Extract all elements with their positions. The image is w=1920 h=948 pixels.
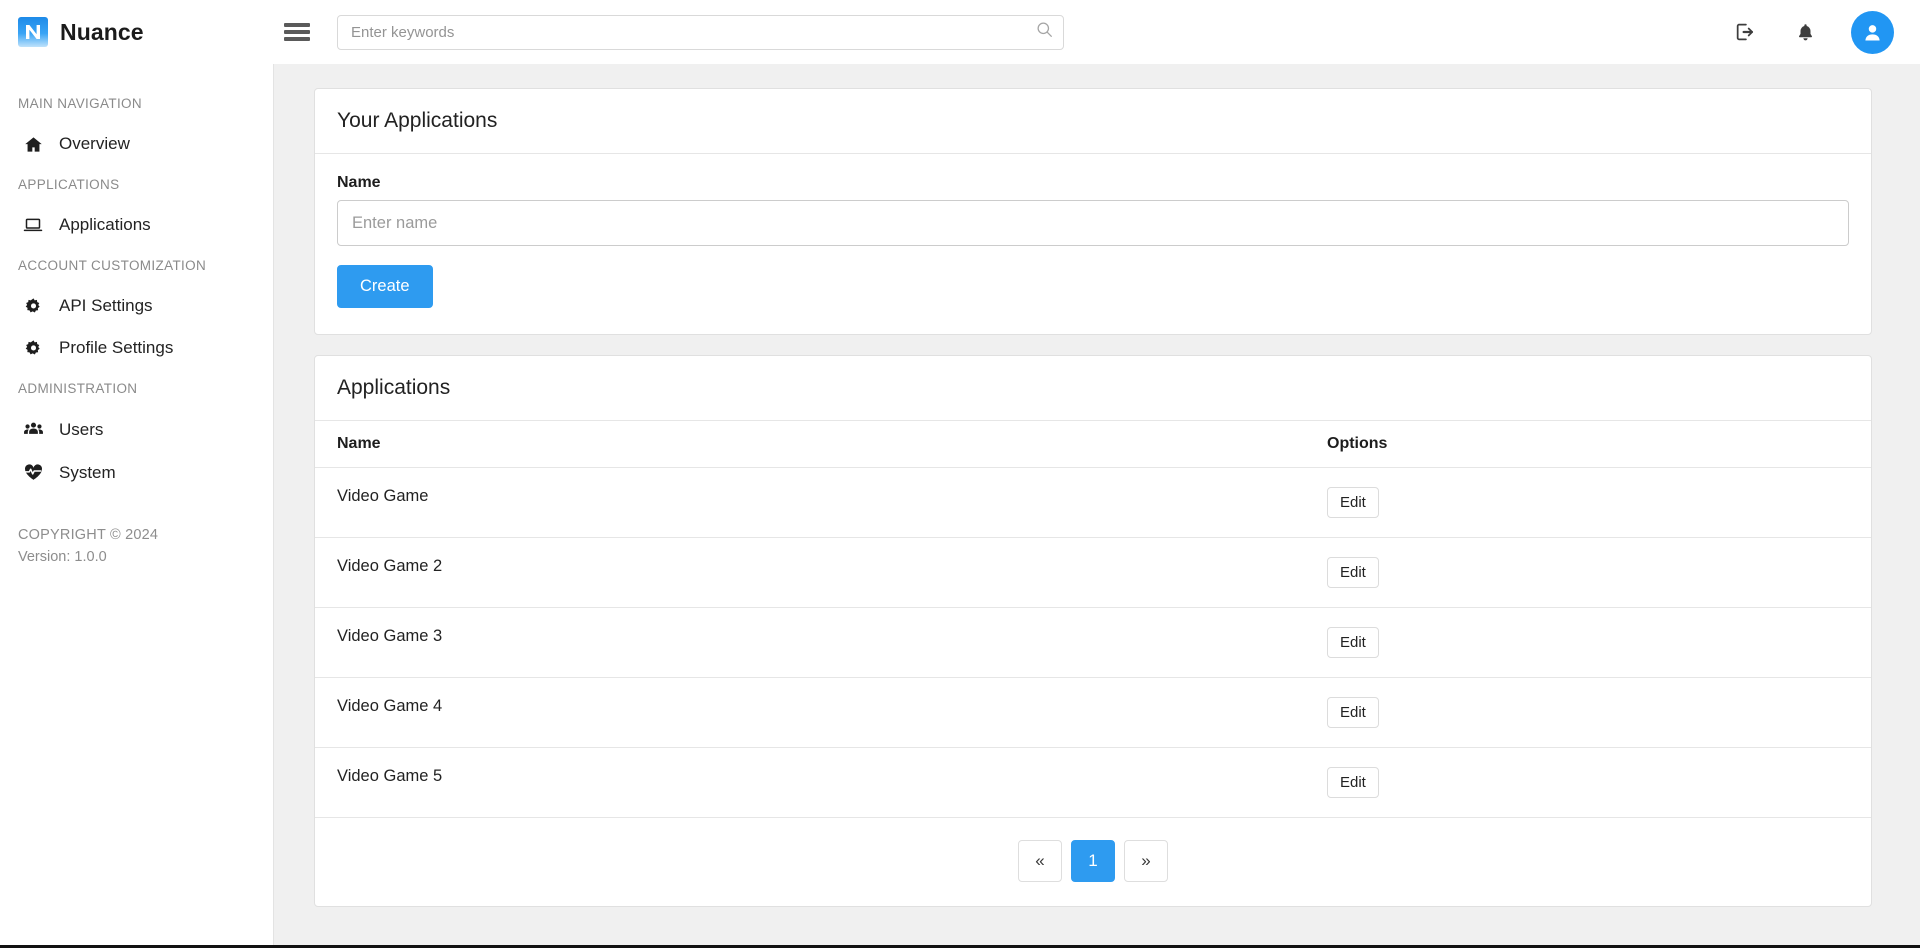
sidebar-heading-administration: ADMINISTRATION	[18, 381, 138, 396]
table-header-row: Name Options	[315, 421, 1871, 468]
users-icon	[22, 419, 44, 440]
create-application-form: Name Create	[315, 154, 1871, 334]
create-button[interactable]: Create	[337, 265, 433, 308]
applications-table: Name Options Video Game Edit Video Game …	[315, 421, 1871, 818]
copyright-text: COPYRIGHT © 2024	[18, 527, 159, 543]
logout-icon[interactable]	[1731, 18, 1759, 46]
sidebar-item-label: Overview	[59, 134, 130, 153]
search-input[interactable]	[337, 14, 1064, 50]
letter-n-logo-icon	[18, 17, 48, 47]
application-name-input[interactable]	[337, 200, 1849, 246]
laptop-icon	[22, 215, 44, 235]
sidebar-item-label: Profile Settings	[59, 338, 174, 357]
table-row: Video Game 4 Edit	[315, 677, 1871, 748]
heartbeat-icon	[22, 462, 44, 483]
sidebar-item-overview[interactable]: Overview	[0, 123, 273, 165]
sidebar-item-api-settings[interactable]: API Settings	[0, 285, 273, 327]
pagination-next-button[interactable]: »	[1124, 840, 1168, 882]
table-body: Video Game Edit Video Game 2 Edit Video …	[315, 467, 1871, 818]
version-text: Version: 1.0.0	[18, 549, 107, 566]
brand-name: Nuance	[60, 18, 144, 45]
application-options-cell: Edit	[1305, 467, 1871, 538]
gear-icon	[22, 339, 44, 358]
table-row: Video Game 5 Edit	[315, 747, 1871, 818]
header-actions	[1731, 10, 1920, 54]
pagination-row: « 1 »	[315, 818, 1871, 906]
column-header-name: Name	[315, 421, 1305, 468]
sidebar-item-label: Applications	[59, 215, 151, 234]
your-applications-title: Your Applications	[315, 89, 1871, 154]
application-options-cell: Edit	[1305, 607, 1871, 678]
application-options-cell: Edit	[1305, 677, 1871, 748]
sidebar-item-label: System	[59, 462, 116, 482]
table-head: Name Options	[315, 421, 1871, 468]
sidebar-footer: COPYRIGHT © 2024 Version: 1.0.0	[0, 494, 273, 569]
application-name-cell: Video Game 5	[315, 747, 1305, 818]
sidebar-item-users[interactable]: Users	[0, 408, 273, 451]
bell-icon[interactable]	[1791, 18, 1819, 46]
sidebar-item-label: API Settings	[59, 296, 153, 315]
edit-button[interactable]: Edit	[1327, 767, 1379, 798]
gear-icon	[22, 297, 44, 316]
your-applications-card: Your Applications Name Create	[314, 88, 1872, 335]
edit-button[interactable]: Edit	[1327, 697, 1379, 728]
sidebar-item-system[interactable]: System	[0, 451, 273, 494]
table-row: Video Game 2 Edit	[315, 537, 1871, 608]
applications-title: Applications	[315, 356, 1871, 421]
table-row: Video Game Edit	[315, 467, 1871, 538]
edit-button[interactable]: Edit	[1327, 557, 1379, 588]
name-field-label: Name	[337, 174, 381, 191]
application-name-cell: Video Game 3	[315, 607, 1305, 678]
applications-list-card: Applications Name Options Video Game Edi…	[314, 355, 1872, 907]
edit-button[interactable]: Edit	[1327, 627, 1379, 658]
sidebar-item-profile-settings[interactable]: Profile Settings	[0, 327, 273, 369]
column-header-options: Options	[1305, 421, 1871, 468]
main-content: Your Applications Name Create Applicatio…	[275, 64, 1920, 948]
sidebar-heading-main-navigation: MAIN NAVIGATION	[18, 96, 143, 111]
pagination: « 1 »	[1018, 840, 1168, 882]
application-name-cell: Video Game 2	[315, 537, 1305, 608]
brand-area: Nuance	[0, 0, 274, 64]
sidebar-item-label: Users	[59, 419, 104, 439]
table-row: Video Game 3 Edit	[315, 607, 1871, 678]
pagination-page-1-button[interactable]: 1	[1071, 840, 1115, 882]
user-avatar-icon[interactable]	[1851, 10, 1894, 54]
home-icon	[22, 135, 44, 154]
sidebar-item-applications[interactable]: Applications	[0, 204, 273, 246]
application-options-cell: Edit	[1305, 537, 1871, 608]
hamburger-icon[interactable]	[284, 21, 310, 43]
application-name-cell: Video Game 4	[315, 677, 1305, 748]
sidebar: MAIN NAVIGATION Overview APPLICATIONS Ap…	[0, 64, 274, 948]
edit-button[interactable]: Edit	[1327, 487, 1379, 518]
sidebar-heading-applications: APPLICATIONS	[18, 177, 120, 192]
sidebar-heading-account-customization: ACCOUNT CUSTOMIZATION	[18, 258, 207, 273]
application-options-cell: Edit	[1305, 747, 1871, 818]
search-box	[337, 14, 1064, 50]
top-header-bar: Nuance	[0, 0, 1920, 64]
pagination-prev-button[interactable]: «	[1018, 840, 1062, 882]
application-name-cell: Video Game	[315, 467, 1305, 538]
